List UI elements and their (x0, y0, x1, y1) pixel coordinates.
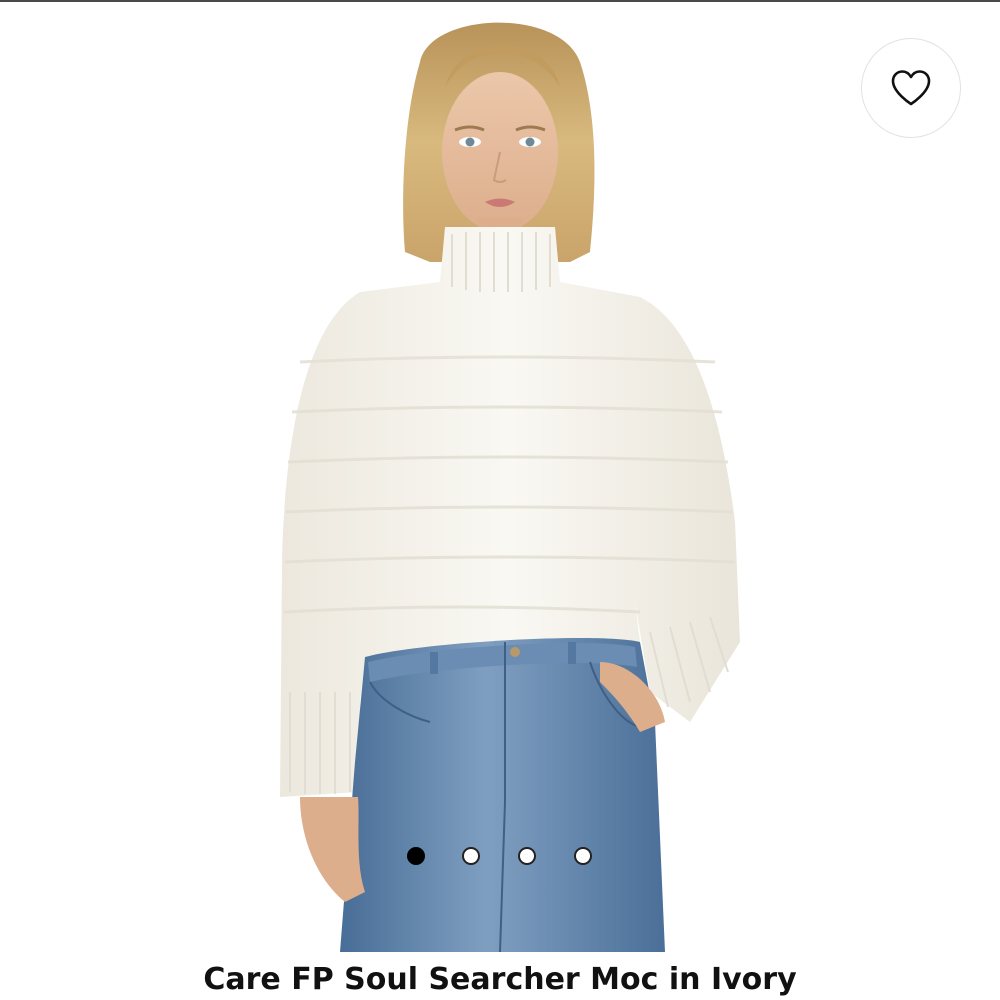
heart-outline-icon (891, 70, 931, 106)
product-detail-page: Care FP Soul Searcher Moc in Ivory (0, 0, 1000, 1000)
product-image[interactable] (0, 2, 1000, 952)
carousel-dot-3[interactable] (518, 847, 536, 865)
carousel-dot-4[interactable] (574, 847, 592, 865)
product-photo (280, 22, 740, 952)
image-carousel-pagination (400, 845, 600, 867)
product-title: Care FP Soul Searcher Moc in Ivory (203, 962, 797, 997)
carousel-dot-1[interactable] (407, 847, 425, 865)
favorite-button[interactable] (861, 38, 961, 138)
carousel-dot-2[interactable] (462, 847, 480, 865)
